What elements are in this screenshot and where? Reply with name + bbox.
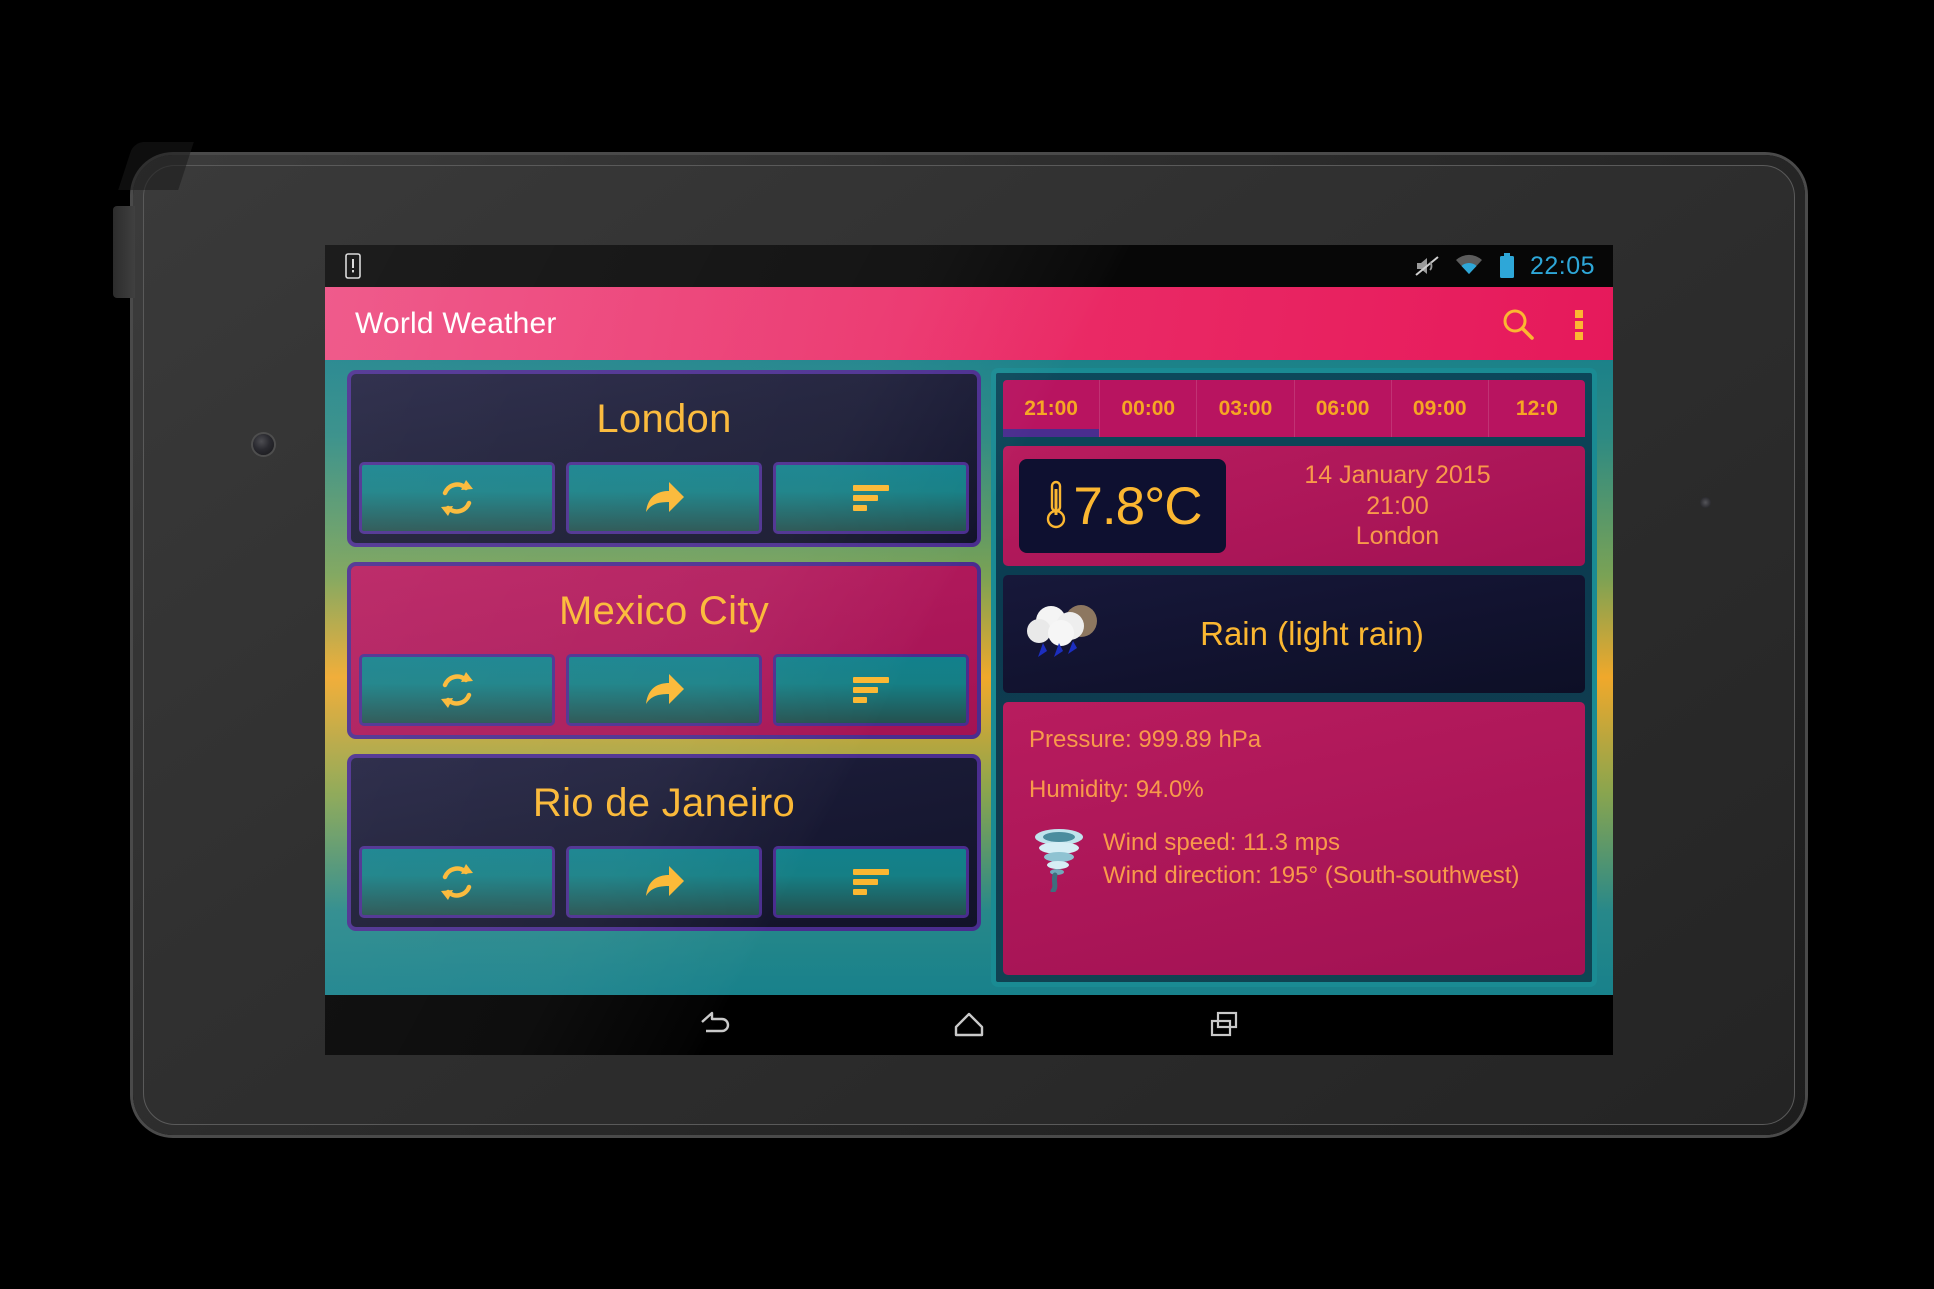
forecast-meta: 14 January 2015 21:00 London [1226,460,1569,552]
status-bar-system-icons: 22:05 [1414,252,1595,281]
wind-direction-text: Wind direction: 195° (South-southwest) [1103,862,1520,890]
tornado-icon [1029,826,1089,899]
hour-tab-0900[interactable]: 09:00 [1392,380,1489,437]
search-icon[interactable] [1499,305,1537,343]
recent-apps-icon[interactable] [1204,1008,1244,1042]
hour-tab-strip[interactable]: 21:00 00:00 03:00 06:00 09:00 12:0 [1003,380,1585,437]
wind-block: Wind speed: 11.3 mps Wind direction: 195… [1029,826,1559,899]
city-card-rio-de-janeiro[interactable]: Rio de Janeiro [347,754,981,931]
wind-lines: Wind speed: 11.3 mps Wind direction: 195… [1103,826,1519,892]
rain-cloud-icon [1025,599,1109,670]
city-name: Mexico City [559,589,769,633]
sim-card-alert-icon [343,253,363,279]
forecast-city: London [1355,522,1440,551]
refresh-icon [441,864,473,900]
city-card-mexico-city[interactable]: Mexico City [347,562,981,739]
share-button[interactable] [566,846,762,918]
details-icon [853,485,889,511]
details-button[interactable] [773,654,969,726]
android-navigation-bar [325,995,1613,1055]
forecast-detail-panel: 21:00 00:00 03:00 06:00 09:00 12:0 7.8°C… [991,368,1597,987]
wind-speed-text: Wind speed: 11.3 mps [1103,829,1341,856]
forecast-date: 14 January 2015 [1304,461,1491,490]
app-bar: World Weather [325,287,1613,360]
home-icon[interactable] [949,1008,989,1042]
thermometer-icon [1043,477,1069,536]
details-icon [853,869,889,895]
city-name: Rio de Janeiro [532,781,796,825]
city-name: London [596,397,732,441]
hour-tab-2100[interactable]: 21:00 [1003,380,1101,437]
city-actions [351,846,977,927]
refresh-button[interactable] [359,462,555,534]
wifi-icon [1454,254,1484,278]
details-button[interactable] [773,846,969,918]
humidity-text: Humidity: 94.0% [1029,776,1204,803]
refresh-icon [441,672,473,708]
battery-full-icon [1498,253,1516,279]
hour-tab-1200[interactable]: 12:0 [1489,380,1585,437]
share-icon [646,674,684,704]
status-bar-notifications [343,253,363,279]
city-actions [351,462,977,543]
details-button[interactable] [773,462,969,534]
share-button[interactable] [566,462,762,534]
refresh-button[interactable] [359,846,555,918]
city-actions [351,654,977,735]
app-bar-actions [1499,305,1585,343]
volume-muted-icon [1414,254,1440,278]
temperature-chip: 7.8°C [1019,459,1226,553]
overflow-menu-icon[interactable] [1573,305,1585,343]
main-content: London Mexico City Rio de Janeiro 21:00 … [325,360,1613,995]
city-card-london[interactable]: London [347,370,981,547]
android-status-bar: 22:05 [325,245,1613,287]
sensor-dot-icon [1700,497,1711,508]
back-icon[interactable] [694,1008,734,1042]
refresh-button[interactable] [359,654,555,726]
forecast-time: 21:00 [1366,491,1429,520]
condition-text: Rain (light rain) [1200,615,1424,652]
share-icon [646,482,684,512]
refresh-icon [441,480,473,516]
hour-tab-0300[interactable]: 03:00 [1197,380,1295,437]
weather-details: Pressure: 999.89 hPa Humidity: 94.0% Win… [1003,702,1585,975]
share-button[interactable] [566,654,762,726]
hour-tab-0000[interactable]: 00:00 [1100,380,1198,437]
tablet-screen: 22:05 World Weather London Mexico City R… [325,245,1613,1055]
device-power-button[interactable] [113,206,135,298]
status-bar-clock: 22:05 [1529,251,1595,280]
front-camera-icon [253,434,274,455]
condition-summary: Rain (light rain) [1003,575,1585,693]
temperature-summary: 7.8°C 14 January 2015 21:00 London [1003,446,1585,566]
pressure-text: Pressure: 999.89 hPa [1029,726,1262,753]
share-icon [646,866,684,896]
city-list[interactable]: London Mexico City Rio de Janeiro [325,360,991,995]
hour-tab-0600[interactable]: 06:00 [1295,380,1392,437]
details-icon [853,677,889,703]
temperature-value: 7.8°C [1073,476,1202,536]
app-title: World Weather [355,306,557,340]
